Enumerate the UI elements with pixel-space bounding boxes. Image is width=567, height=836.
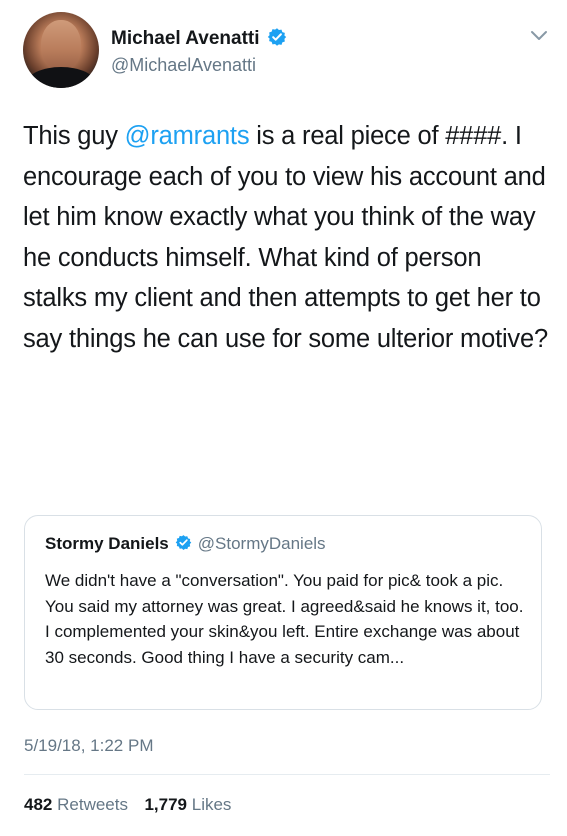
tweet-text-after-mention: is a real piece of ####. I encourage eac… (23, 122, 548, 353)
likes-count: 1,779 (144, 795, 187, 814)
stats-divider (24, 774, 550, 775)
quoted-tweet-header: Stormy Daniels @StormyDaniels (45, 534, 326, 554)
author-name[interactable]: Michael Avenatti (111, 28, 260, 49)
retweets-label: Retweets (57, 795, 128, 814)
author-name-row[interactable]: Michael Avenatti (111, 27, 287, 50)
chevron-down-icon[interactable] (530, 30, 548, 42)
tweet-text: This guy @ramrants is a real piece of ##… (23, 116, 548, 360)
mention-link[interactable]: @ramrants (125, 122, 250, 150)
verified-badge-icon (267, 28, 286, 46)
avatar-face (41, 20, 81, 70)
retweets-count: 482 (24, 795, 53, 814)
tweet-stats: 482 Retweets 1,779 Likes (24, 795, 231, 815)
tweet-text-before-mention: This guy (23, 122, 125, 150)
verified-badge-icon (175, 535, 192, 550)
quoted-author-handle[interactable]: @StormyDaniels (198, 534, 326, 553)
likes-label: Likes (191, 795, 232, 814)
author-handle[interactable]: @MichaelAvenatti (111, 55, 256, 76)
likes-stat[interactable]: 1,779 Likes (144, 795, 231, 814)
tweet-timestamp[interactable]: 5/19/18, 1:22 PM (24, 736, 153, 756)
avatar-shoulders (27, 67, 95, 88)
author-avatar[interactable] (23, 12, 99, 88)
quoted-tweet-text: We didn't have a "conversation". You pai… (45, 571, 524, 667)
retweets-stat[interactable]: 482 Retweets (24, 795, 133, 814)
tweet-header: Michael Avenatti @MichaelAvenatti (23, 12, 553, 92)
quoted-tweet-card[interactable]: Stormy Daniels @StormyDaniels We didn't … (24, 515, 542, 710)
quoted-author-name[interactable]: Stormy Daniels (45, 534, 169, 553)
